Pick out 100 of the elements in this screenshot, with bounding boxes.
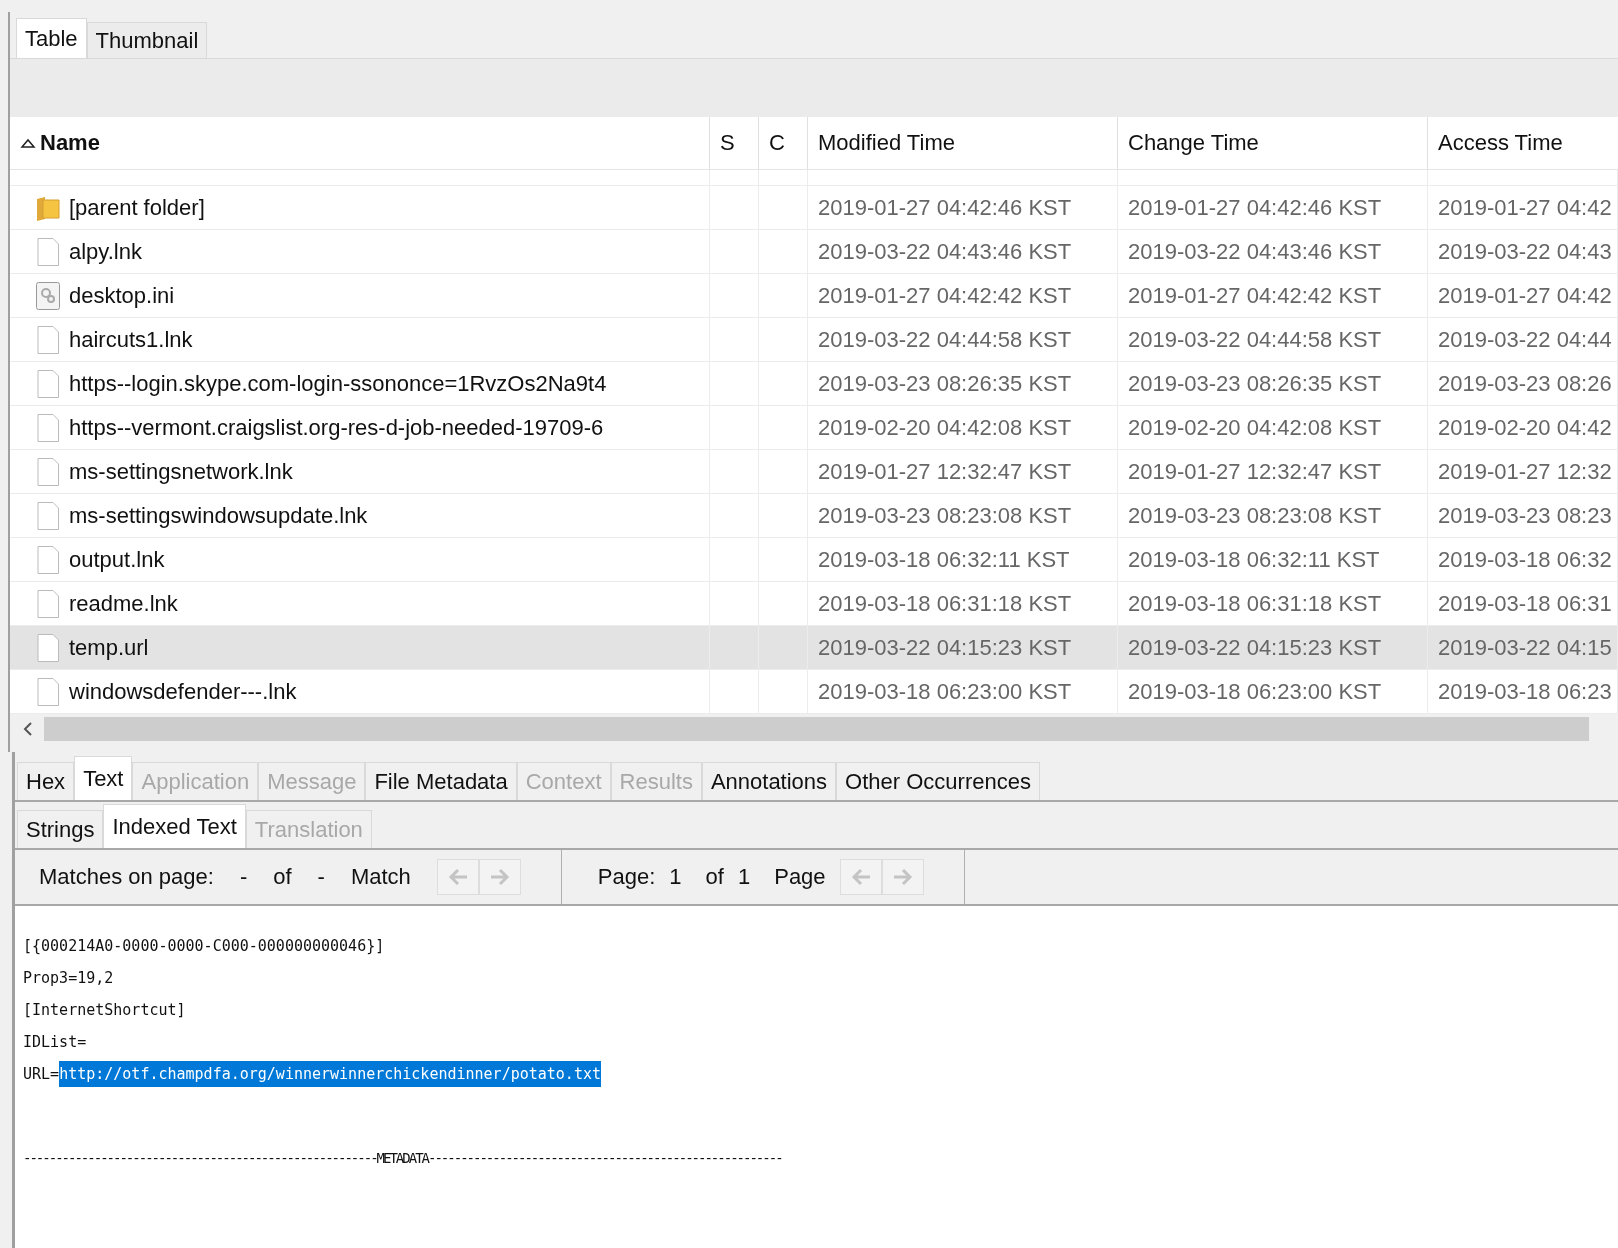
file-icon [35,456,61,487]
column-label: Access Time [1438,130,1563,156]
table-cell: 2019-01-27 04:42:46 KST [818,194,1072,221]
table-cell: 2019-03-23 08:26 [1438,370,1612,397]
table-cell: 2019-01-27 04:42:46 KST [1128,194,1382,221]
file-row[interactable]: haircuts1.lnk 2019-03-22 04:44:58 KST 2019-03-22 04:44:58 KST 2019-03-22 04:44 [10,318,1618,362]
view-tab[interactable]: Table [16,18,87,58]
table-cell: 2019-03-22 04:43 [1438,238,1612,265]
page-total: 1 [737,864,751,890]
table-cell: 2019-03-22 04:15:23 KST [818,634,1072,661]
viewer-subtab[interactable]: Indexed Text [103,804,246,848]
table-cell: 2019-03-18 06:23 [1438,678,1612,705]
table-cell: 2019-03-18 06:31:18 KST [1128,590,1382,617]
viewer-tab[interactable]: Other Occurrences [836,762,1040,800]
table-cell: 2019-01-27 12:32:47 KST [1128,458,1382,485]
viewer-tab[interactable]: Annotations [701,762,837,800]
scrollbar-thumb[interactable] [44,717,1589,741]
table-cell: 2019-03-18 06:32:11 KST [1128,546,1380,573]
file-row[interactable]: https--login.skype.com-login-ssononce=1RvzOs2Na9t4 2019-03-23 08:26:35 KST 2019-03-23 08:26:35 KST 2019-03-23 08:26 [10,362,1618,406]
column-label: Modified Time [818,130,955,156]
next-page-button[interactable] [881,859,924,895]
file-row[interactable]: desktop.ini 2019-01-27 04:42:42 KST 2019-01-27 04:42:42 KST 2019-01-27 04:42 [10,274,1618,318]
text-line: [{000214A0-0000-0000-C000-000000000046}] [23,936,386,957]
table-cell: 2019-01-27 04:42:42 KST [1128,282,1382,309]
file-row[interactable]: [parent folder] 2019-01-27 04:42:46 KST 2019-01-27 04:42:46 KST 2019-01-27 04:42 [10,186,1618,230]
page-current: 1 [669,864,682,890]
text-line: URL=http://otf.champdfa.org/winnerwinnerchickendinner/potato.txt [23,1058,1610,1090]
page-nav-label: Page [774,864,826,890]
file-icon [35,588,61,619]
table-cell: 2019-03-18 06:23:00 KST [1128,678,1382,705]
matches-label: Matches on page: [39,864,214,890]
file-icon [35,236,61,267]
viewer-tab[interactable]: Text [74,756,133,800]
file-name: [parent folder] [69,194,205,221]
column-label: C [769,130,785,156]
file-icon [35,412,61,443]
scroll-left-icon[interactable] [22,721,34,737]
file-icon [35,368,61,399]
column-header[interactable]: Name [10,117,710,169]
file-name: ms-settingswindowsupdate.lnk [69,502,368,529]
file-row[interactable]: alpy.lnk 2019-03-22 04:43:46 KST 2019-03-22 04:43:46 KST 2019-03-22 04:43 [10,230,1618,274]
column-header[interactable]: S [710,117,759,169]
match-label: Match [350,864,411,890]
table-cell: 2019-03-22 04:43:46 KST [1128,238,1382,265]
match-of: of [273,864,292,890]
file-name: windowsdefender---.lnk [69,678,297,705]
next-match-button[interactable] [478,859,521,895]
table-cell: 2019-01-27 12:32:47 KST [818,458,1072,485]
table-cell: 2019-03-18 06:31:18 KST [818,590,1072,617]
text-line: IDList= [23,1032,88,1053]
column-header[interactable]: Change Time [1118,117,1428,169]
match-current: - [239,864,248,890]
table-cell: 2019-03-23 08:23 [1438,502,1612,529]
table-cell: 2019-03-22 04:15:23 KST [1128,634,1382,661]
table-cell: 2019-03-18 06:31 [1438,590,1612,617]
viewer-tab[interactable]: File Metadata [365,762,517,800]
file-name: https--vermont.craigslist.org-res-d-job-needed-19709-6 [69,414,604,441]
file-name: readme.lnk [69,590,178,617]
viewer-tab[interactable]: Hex [17,762,75,800]
table-cell: 2019-03-22 04:44 [1438,326,1612,353]
page-of: of [705,864,724,890]
file-row[interactable]: temp.url 2019-03-22 04:15:23 KST 2019-03-22 04:15:23 KST 2019-03-22 04:15 [10,626,1618,670]
table-cell: 2019-03-23 08:26:35 KST [1128,370,1382,397]
previous-match-button[interactable] [436,859,479,895]
table-cell: 2019-01-27 04:42 [1438,282,1612,309]
file-icon [35,544,61,575]
right-arrow-icon [891,867,914,887]
table-cell: 2019-03-23 08:26:35 KST [818,370,1072,397]
column-label: Change Time [1128,130,1259,156]
text-line: Prop3=19,2 [23,968,115,989]
view-tab[interactable]: Thumbnail [86,22,208,58]
table-cell: 2019-01-27 04:42:42 KST [818,282,1072,309]
table-cell: 2019-01-27 12:32 [1438,458,1612,485]
file-name: ms-settingsnetwork.lnk [69,458,293,485]
file-row[interactable]: https--vermont.craigslist.org-res-d-job-needed-19709-6 2019-02-20 04:42:08 KST 2019-02-20 04:42:08 KST 2019-02-20 04:42 [10,406,1618,450]
column-label: S [720,130,735,156]
table-cell: 2019-02-20 04:42 [1438,414,1612,441]
table-cell: 2019-02-20 04:42:08 KST [818,414,1072,441]
viewer-subtab[interactable]: Strings [17,810,104,848]
column-header[interactable]: Access Time [1428,117,1618,169]
right-arrow-icon [488,867,511,887]
table-cell: 2019-03-23 08:23:08 KST [1128,502,1382,529]
table-cell: 2019-03-18 06:23:00 KST [818,678,1072,705]
table-cell: 2019-01-27 04:42 [1438,194,1612,221]
column-header[interactable]: C [759,117,808,169]
table-cell: 2019-03-22 04:44:58 KST [1128,326,1382,353]
file-icon [35,676,61,707]
match-total: - [317,864,325,890]
table-cell: 2019-02-20 04:42:08 KST [1128,414,1382,441]
table-cell: 2019-03-18 06:32 [1438,546,1612,573]
file-row[interactable]: ms-settingswindowsupdate.lnk 2019-03-23 08:23:08 KST 2019-03-23 08:23:08 KST 2019-03-23 08:23 [10,494,1618,538]
file-icon [35,324,61,355]
previous-page-button[interactable] [839,859,882,895]
metadata-separator: -------------------------------------------------------METADATA------------------------------------------------------- [23,1150,783,1166]
file-row[interactable]: output.lnk 2019-03-18 06:32:11 KST 2019-03-18 06:32:11 KST 2019-03-18 06:32 [10,538,1618,582]
file-name: output.lnk [69,546,165,573]
column-header[interactable]: Modified Time [808,117,1118,169]
file-name: https--login.skype.com-login-ssononce=1RvzOs2Na9t4 [69,370,607,397]
file-row[interactable]: ms-settingsnetwork.lnk 2019-01-27 12:32:47 KST 2019-01-27 12:32:47 KST 2019-01-27 12:32 [10,450,1618,494]
left-arrow-icon [849,867,872,887]
